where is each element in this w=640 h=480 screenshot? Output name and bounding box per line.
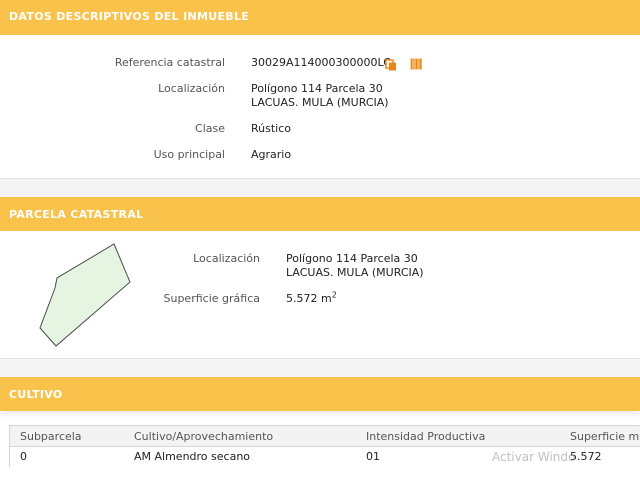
parcela-localizacion-line1: Polígono 114 Parcela 30: [286, 252, 418, 265]
superficie-label: Superficie gráfica: [163, 292, 261, 305]
section-header-parcela: PARCELA CATASTRAL: [0, 197, 640, 231]
section-title-datos: DATOS DESCRIPTIVOS DEL INMUEBLE: [9, 10, 250, 23]
barcode-icon[interactable]: [410, 55, 422, 70]
localizacion-label: Localización: [158, 82, 225, 95]
clase-value: Rústico: [251, 122, 291, 135]
cell-cultivo: AM Almendro secano: [134, 450, 251, 463]
column-header-superficie-text: Superficie m: [570, 430, 640, 443]
column-header-superficie: Superficie m2: [570, 429, 640, 443]
column-header-intensidad: Intensidad Productiva: [366, 430, 486, 443]
column-header-cultivo: Cultivo/Aprovechamiento: [134, 430, 274, 443]
parcela-localizacion-label: Localización: [193, 252, 260, 265]
table-header: Subparcela Cultivo/Aprovechamiento Inten…: [9, 425, 640, 447]
referencia-value: 30029A114000300000LO: [251, 56, 392, 69]
section-header-datos-descriptivos: DATOS DESCRIPTIVOS DEL INMUEBLE: [0, 0, 640, 35]
section-title-cultivo: CULTIVO: [9, 387, 63, 401]
uso-value: Agrario: [251, 148, 292, 161]
clase-label: Clase: [195, 122, 225, 135]
cell-intensidad: 01: [366, 450, 380, 463]
column-header-subparcela: Subparcela: [20, 430, 82, 443]
localizacion-line1: Polígono 114 Parcela 30: [251, 82, 383, 95]
superficie-value: 5.572 m2: [286, 290, 337, 306]
superficie-number: 5.572 m: [286, 292, 332, 305]
section-gap-2: [0, 359, 640, 377]
cell-subparcela: 0: [20, 450, 27, 463]
section-title-parcela: PARCELA CATASTRAL: [9, 207, 144, 221]
section-gap: [0, 179, 640, 197]
copy-icon[interactable]: [385, 56, 397, 71]
referencia-label: Referencia catastral: [114, 56, 225, 69]
section-header-cultivo: CULTIVO: [0, 377, 640, 411]
windows-activation-watermark: Activar Windo: [492, 450, 576, 464]
uso-label: Uso principal: [153, 148, 225, 161]
localizacion-line2: LACUAS. MULA (MURCIA): [251, 96, 389, 109]
superficie-unit-sup: 2: [331, 290, 337, 300]
parcela-localizacion-line2: LACUAS. MULA (MURCIA): [286, 266, 424, 279]
